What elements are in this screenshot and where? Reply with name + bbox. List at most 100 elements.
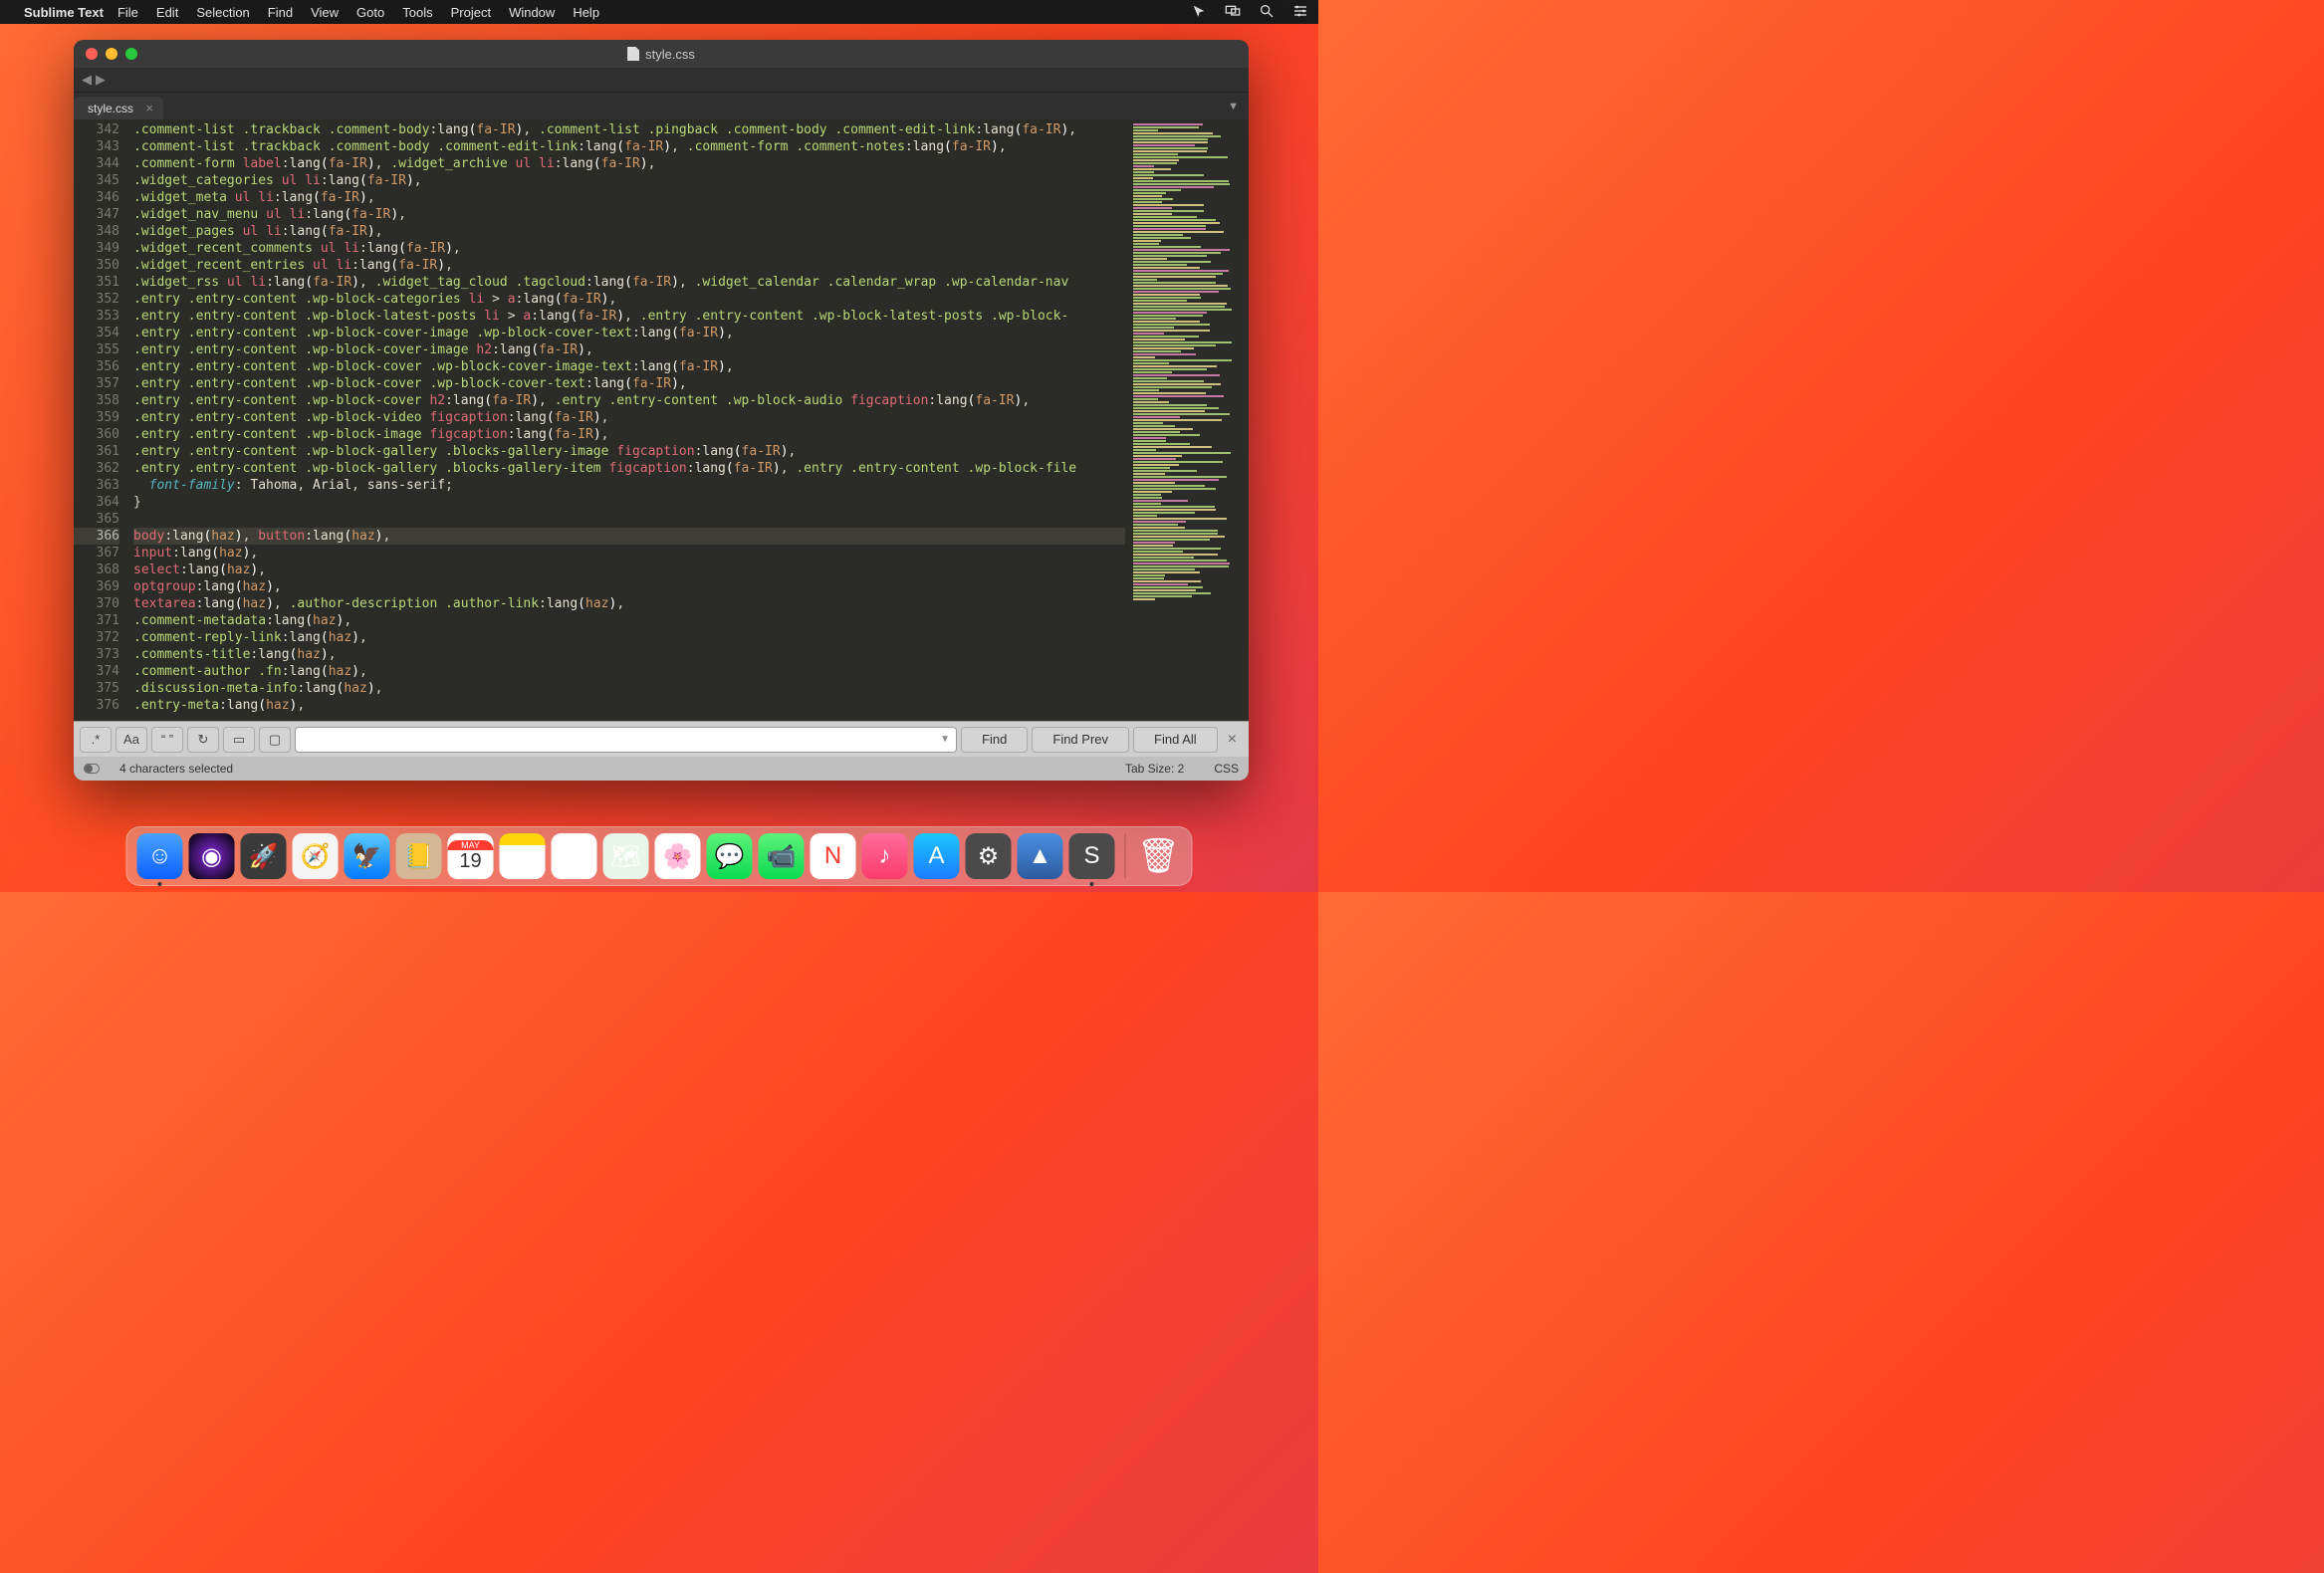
dock-facetime-icon[interactable]: 📹	[759, 833, 805, 879]
menu-window[interactable]: Window	[509, 5, 555, 20]
menu-selection[interactable]: Selection	[196, 5, 249, 20]
dock-appstore-icon[interactable]: A	[914, 833, 960, 879]
line-number[interactable]: 354	[74, 325, 119, 341]
line-number-gutter[interactable]: 3423433443453463473483493503513523533543…	[74, 119, 129, 721]
code-line[interactable]: font-family: Tahoma, Arial, sans-serif;	[133, 477, 1125, 494]
code-line[interactable]: .widget_recent_entries ul li:lang(fa-IR)…	[133, 257, 1125, 274]
code-line[interactable]: .entry .entry-content .wp-block-image fi…	[133, 426, 1125, 443]
code-line[interactable]: .entry .entry-content .wp-block-cover-im…	[133, 341, 1125, 358]
code-line[interactable]: .comment-author .fn:lang(haz),	[133, 663, 1125, 680]
code-line[interactable]: .entry .entry-content .wp-block-cover .w…	[133, 375, 1125, 392]
spotlight-icon[interactable]	[1259, 3, 1275, 22]
dock-photos-icon[interactable]: 🌸	[655, 833, 701, 879]
display-status-icon[interactable]	[1225, 3, 1241, 22]
line-number[interactable]: 363	[74, 477, 119, 494]
dock-mail-icon[interactable]: 🦅	[345, 833, 390, 879]
line-number[interactable]: 346	[74, 189, 119, 206]
line-number[interactable]: 344	[74, 155, 119, 172]
line-number[interactable]: 347	[74, 206, 119, 223]
menu-file[interactable]: File	[117, 5, 138, 20]
line-number[interactable]: 368	[74, 562, 119, 578]
line-number[interactable]: 360	[74, 426, 119, 443]
dock-messages-icon[interactable]: 💬	[707, 833, 753, 879]
code-editor[interactable]: 3423433443453463473483493503513523533543…	[74, 119, 1249, 721]
line-number[interactable]: 359	[74, 409, 119, 426]
menu-goto[interactable]: Goto	[356, 5, 384, 20]
code-line[interactable]: body:lang(haz), button:lang(haz),	[133, 528, 1125, 545]
find-button[interactable]: Find	[961, 727, 1028, 753]
find-wrap-toggle[interactable]: ↻	[187, 727, 219, 753]
menu-help[interactable]: Help	[573, 5, 599, 20]
menu-find[interactable]: Find	[268, 5, 293, 20]
code-line[interactable]: .widget_categories ul li:lang(fa-IR),	[133, 172, 1125, 189]
line-number[interactable]: 345	[74, 172, 119, 189]
code-line[interactable]: .widget_pages ul li:lang(fa-IR),	[133, 223, 1125, 240]
code-line[interactable]: .entry .entry-content .wp-block-cover .w…	[133, 358, 1125, 375]
find-all-button[interactable]: Find All	[1133, 727, 1218, 753]
app-menu[interactable]: Sublime Text	[24, 5, 104, 20]
dock-finder-icon[interactable]: ☺	[137, 833, 183, 879]
code-line[interactable]: input:lang(haz),	[133, 545, 1125, 562]
code-line[interactable]: .comments-title:lang(haz),	[133, 646, 1125, 663]
code-line[interactable]: .entry .entry-content .wp-block-gallery …	[133, 443, 1125, 460]
code-line[interactable]: .comment-reply-link:lang(haz),	[133, 629, 1125, 646]
line-number[interactable]: 369	[74, 578, 119, 595]
status-toggle-icon[interactable]	[84, 764, 100, 774]
code-line[interactable]: .entry-meta:lang(haz),	[133, 697, 1125, 714]
dock-sublime-icon[interactable]: S	[1069, 833, 1115, 879]
line-number[interactable]: 361	[74, 443, 119, 460]
find-history-dropdown-icon[interactable]: ▼	[940, 734, 950, 745]
line-number[interactable]: 353	[74, 308, 119, 325]
line-number[interactable]: 350	[74, 257, 119, 274]
line-number[interactable]: 372	[74, 629, 119, 646]
find-input[interactable]	[302, 732, 940, 747]
code-line[interactable]: .widget_recent_comments ul li:lang(fa-IR…	[133, 240, 1125, 257]
code-line[interactable]: }	[133, 494, 1125, 511]
line-number[interactable]: 352	[74, 291, 119, 308]
dock-reminders-icon[interactable]: ☰	[552, 833, 597, 879]
dock-notes-icon[interactable]	[500, 833, 546, 879]
dock-safari-icon[interactable]: 🧭	[293, 833, 339, 879]
code-line[interactable]: .entry .entry-content .wp-block-latest-p…	[133, 308, 1125, 325]
line-number[interactable]: 364	[74, 494, 119, 511]
line-number[interactable]: 373	[74, 646, 119, 663]
menu-project[interactable]: Project	[451, 5, 491, 20]
line-number[interactable]: 342	[74, 121, 119, 138]
code-line[interactable]: .discussion-meta-info:lang(haz),	[133, 680, 1125, 697]
line-number[interactable]: 358	[74, 392, 119, 409]
code-line[interactable]: .entry .entry-content .wp-block-categori…	[133, 291, 1125, 308]
line-number[interactable]: 349	[74, 240, 119, 257]
find-panel-close-icon[interactable]: ×	[1222, 731, 1243, 749]
code-line[interactable]: .widget_rss ul li:lang(fa-IR), .widget_t…	[133, 274, 1125, 291]
code-line[interactable]: .widget_nav_menu ul li:lang(fa-IR),	[133, 206, 1125, 223]
tab-dropdown-icon[interactable]: ▼	[1218, 93, 1249, 119]
cursor-status-icon[interactable]	[1191, 3, 1207, 22]
find-highlight-toggle[interactable]: ▢	[259, 727, 291, 753]
dock-maps-icon[interactable]: 🗺	[603, 833, 649, 879]
dock-music-icon[interactable]: ♪	[862, 833, 908, 879]
line-number[interactable]: 351	[74, 274, 119, 291]
code-line[interactable]: .entry .entry-content .wp-block-video fi…	[133, 409, 1125, 426]
code-line[interactable]: .entry .entry-content .wp-block-cover h2…	[133, 392, 1125, 409]
code-line[interactable]	[133, 511, 1125, 528]
line-number[interactable]: 366	[74, 528, 119, 545]
code-line[interactable]: .entry .entry-content .wp-block-gallery …	[133, 460, 1125, 477]
dock-siri-icon[interactable]: ◉	[189, 833, 235, 879]
tab-close-icon[interactable]: ×	[145, 101, 153, 115]
status-tab-size[interactable]: Tab Size: 2	[1125, 762, 1184, 776]
find-whole-word-toggle[interactable]: “ ”	[151, 727, 183, 753]
code-line[interactable]: textarea:lang(haz), .author-description …	[133, 595, 1125, 612]
dock-preferences-icon[interactable]: ⚙	[966, 833, 1012, 879]
line-number[interactable]: 355	[74, 341, 119, 358]
line-number[interactable]: 356	[74, 358, 119, 375]
line-number[interactable]: 375	[74, 680, 119, 697]
code-line[interactable]: .entry .entry-content .wp-block-cover-im…	[133, 325, 1125, 341]
tab-style-css[interactable]: style.css ×	[74, 97, 163, 119]
menu-view[interactable]: View	[311, 5, 339, 20]
code-line[interactable]: .comment-form label:lang(fa-IR), .widget…	[133, 155, 1125, 172]
code-line[interactable]: .comment-list .trackback .comment-body .…	[133, 138, 1125, 155]
line-number[interactable]: 367	[74, 545, 119, 562]
dock-app-icon[interactable]: ▲	[1018, 833, 1063, 879]
nav-forward-icon[interactable]: ▶	[96, 72, 106, 88]
code-line[interactable]: .comment-list .trackback .comment-body:l…	[133, 121, 1125, 138]
